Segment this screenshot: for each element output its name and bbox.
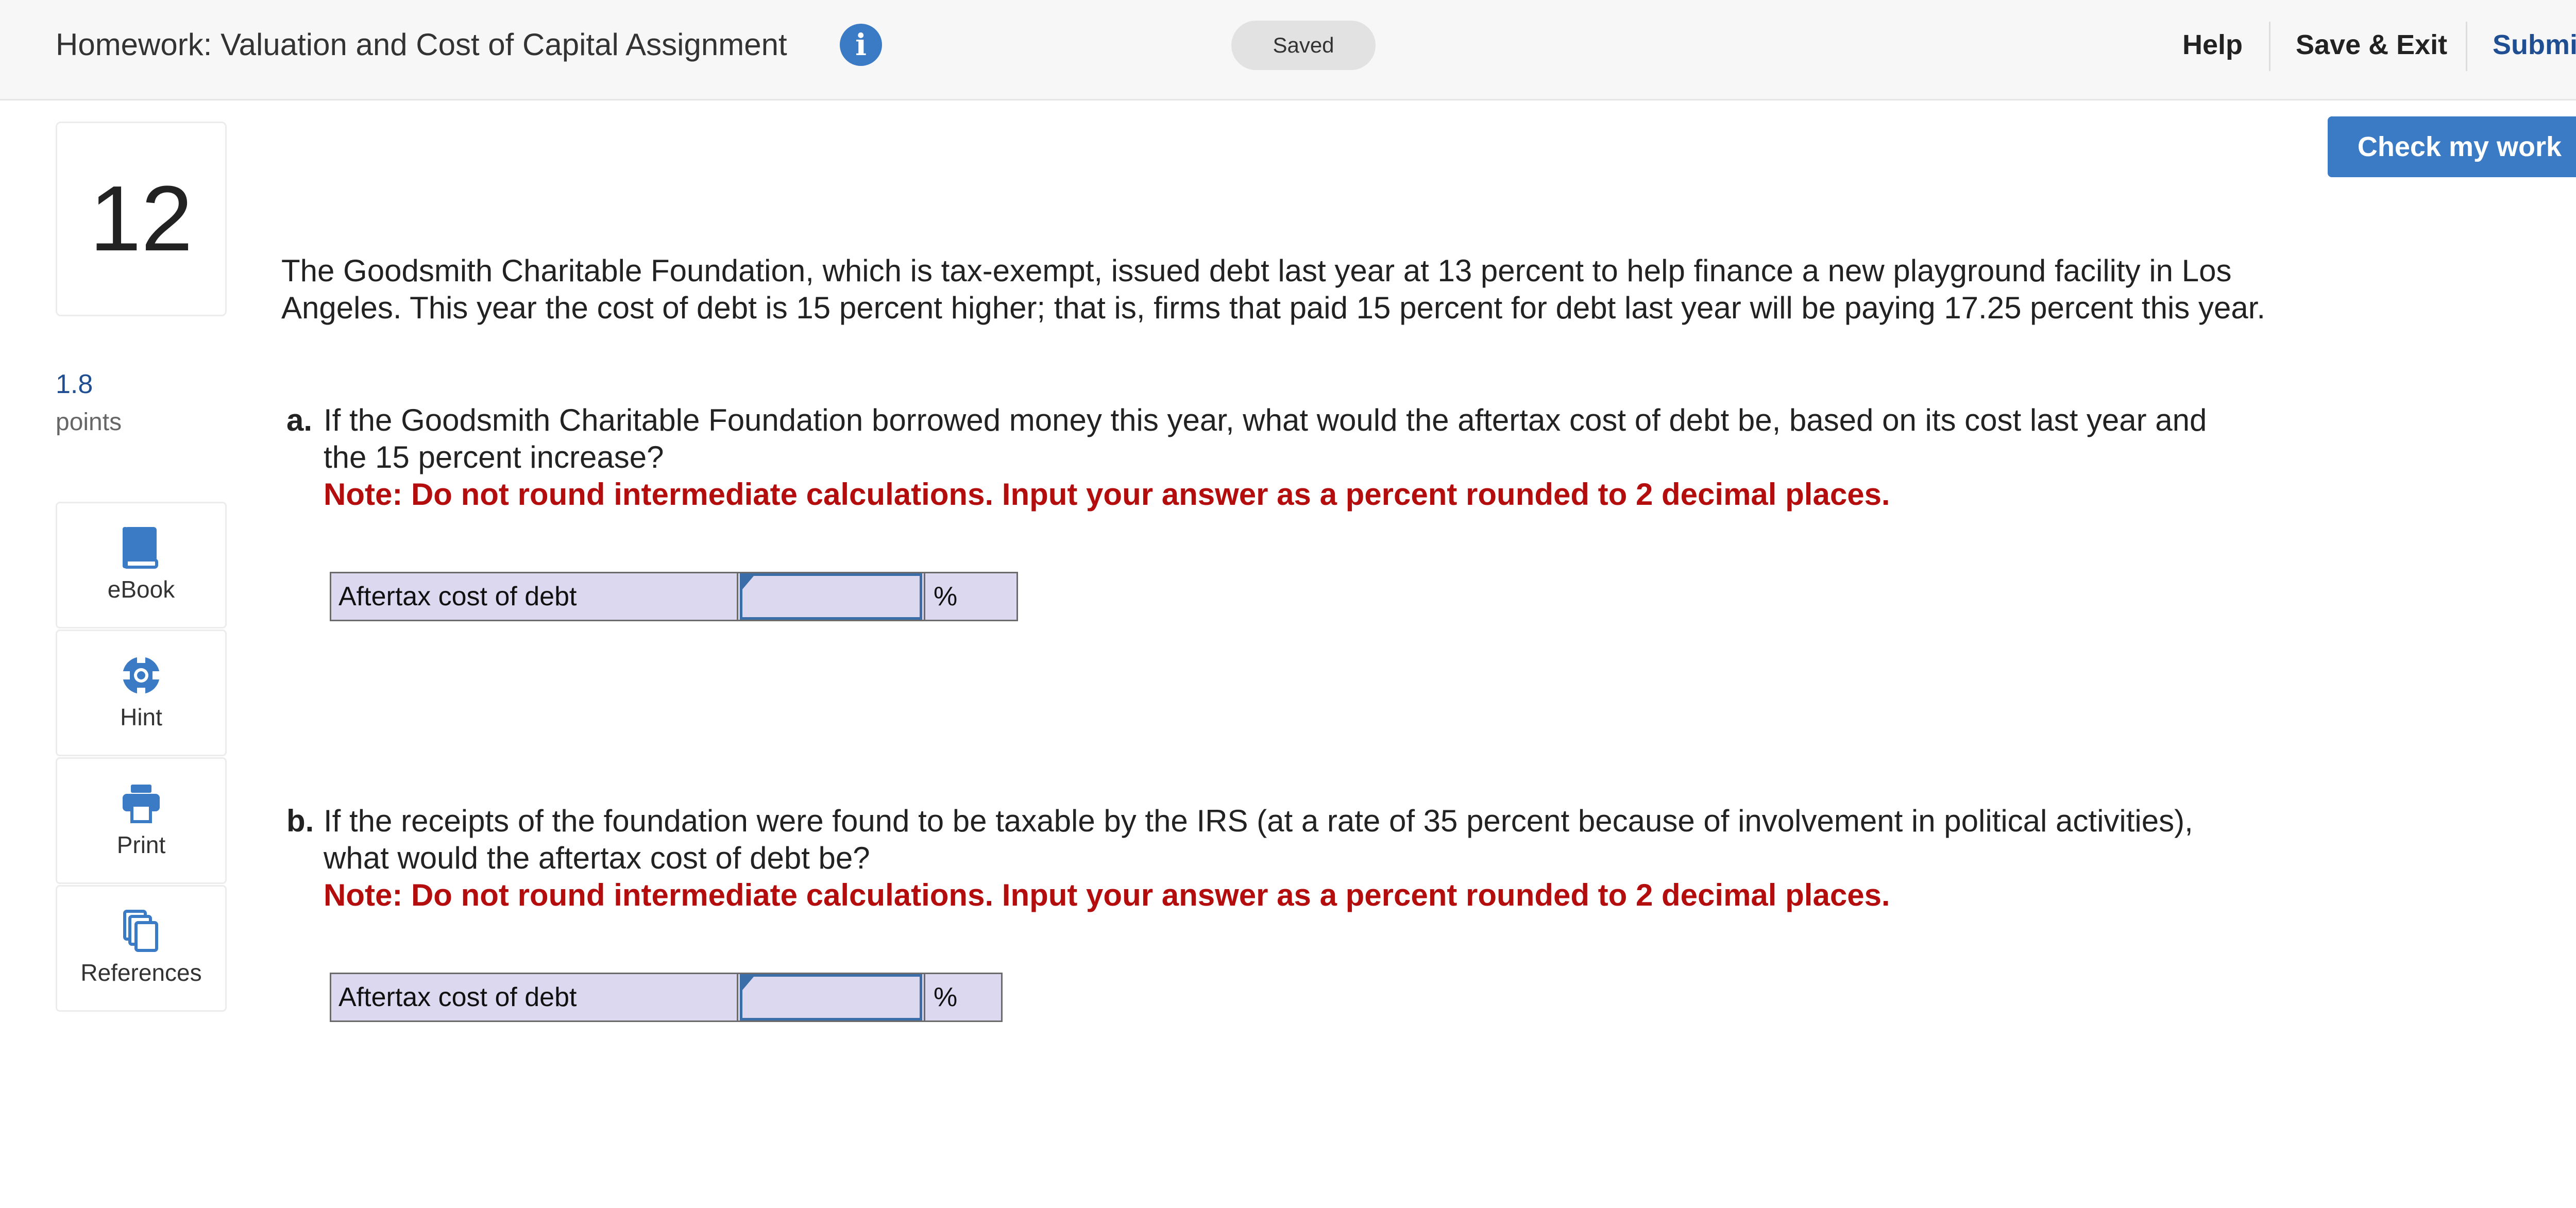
part-a-answer-label: Aftertax cost of debt <box>331 573 738 620</box>
submit-button[interactable]: Submit <box>2493 27 2576 63</box>
part-a-note: Note: Do not round intermediate calculat… <box>324 477 1890 512</box>
printer-icon <box>123 785 160 823</box>
ebook-button[interactable]: eBook <box>56 502 227 628</box>
part-b-question: If the receipts of the foundation were f… <box>324 804 2193 875</box>
points-label: points <box>56 409 122 436</box>
info-icon[interactable]: i <box>840 24 882 66</box>
ebook-label: eBook <box>107 576 175 603</box>
hint-button[interactable]: Hint <box>56 629 227 756</box>
assignment-title: Homework: Valuation and Cost of Capital … <box>56 27 787 62</box>
part-b-letter: b. <box>286 804 314 838</box>
part-b-note: Note: Do not round intermediate calculat… <box>324 878 1890 912</box>
question-number: 12 <box>56 122 227 316</box>
lifebuoy-icon <box>123 656 160 695</box>
save-exit-button[interactable]: Save & Exit <box>2296 27 2447 63</box>
question-intro: The Goodsmith Charitable Foundation, whi… <box>281 253 2266 325</box>
part-b-answer-label: Aftertax cost of debt <box>331 974 738 1020</box>
part-a-letter: a. <box>286 403 313 437</box>
header-divider <box>2466 22 2467 71</box>
part-b-answer-row: Aftertax cost of debt % <box>330 973 1003 1022</box>
help-button[interactable]: Help <box>2182 27 2243 63</box>
points-value: 1.8 <box>56 369 93 399</box>
references-label: References <box>80 959 202 986</box>
top-header: Homework: Valuation and Cost of Capital … <box>0 0 2576 100</box>
book-icon <box>123 527 158 569</box>
saved-status-badge: Saved <box>1231 21 1376 70</box>
input-flag-icon <box>742 576 754 589</box>
references-button[interactable]: References <box>56 885 227 1012</box>
print-button[interactable]: Print <box>56 757 227 884</box>
part-a-answer-input[interactable] <box>740 573 922 620</box>
input-flag-icon <box>742 977 754 990</box>
part-a-unit: % <box>924 573 957 620</box>
print-label: Print <box>116 831 166 858</box>
hint-label: Hint <box>120 704 162 730</box>
part-b-answer-input[interactable] <box>740 974 922 1020</box>
check-my-work-button[interactable]: Check my work <box>2328 116 2576 177</box>
part-b-unit: % <box>924 974 957 1020</box>
header-divider <box>2269 22 2270 71</box>
documents-icon <box>123 910 158 952</box>
part-a-answer-row: Aftertax cost of debt % <box>330 572 1018 621</box>
part-a-question: If the Goodsmith Charitable Foundation b… <box>324 403 2207 474</box>
